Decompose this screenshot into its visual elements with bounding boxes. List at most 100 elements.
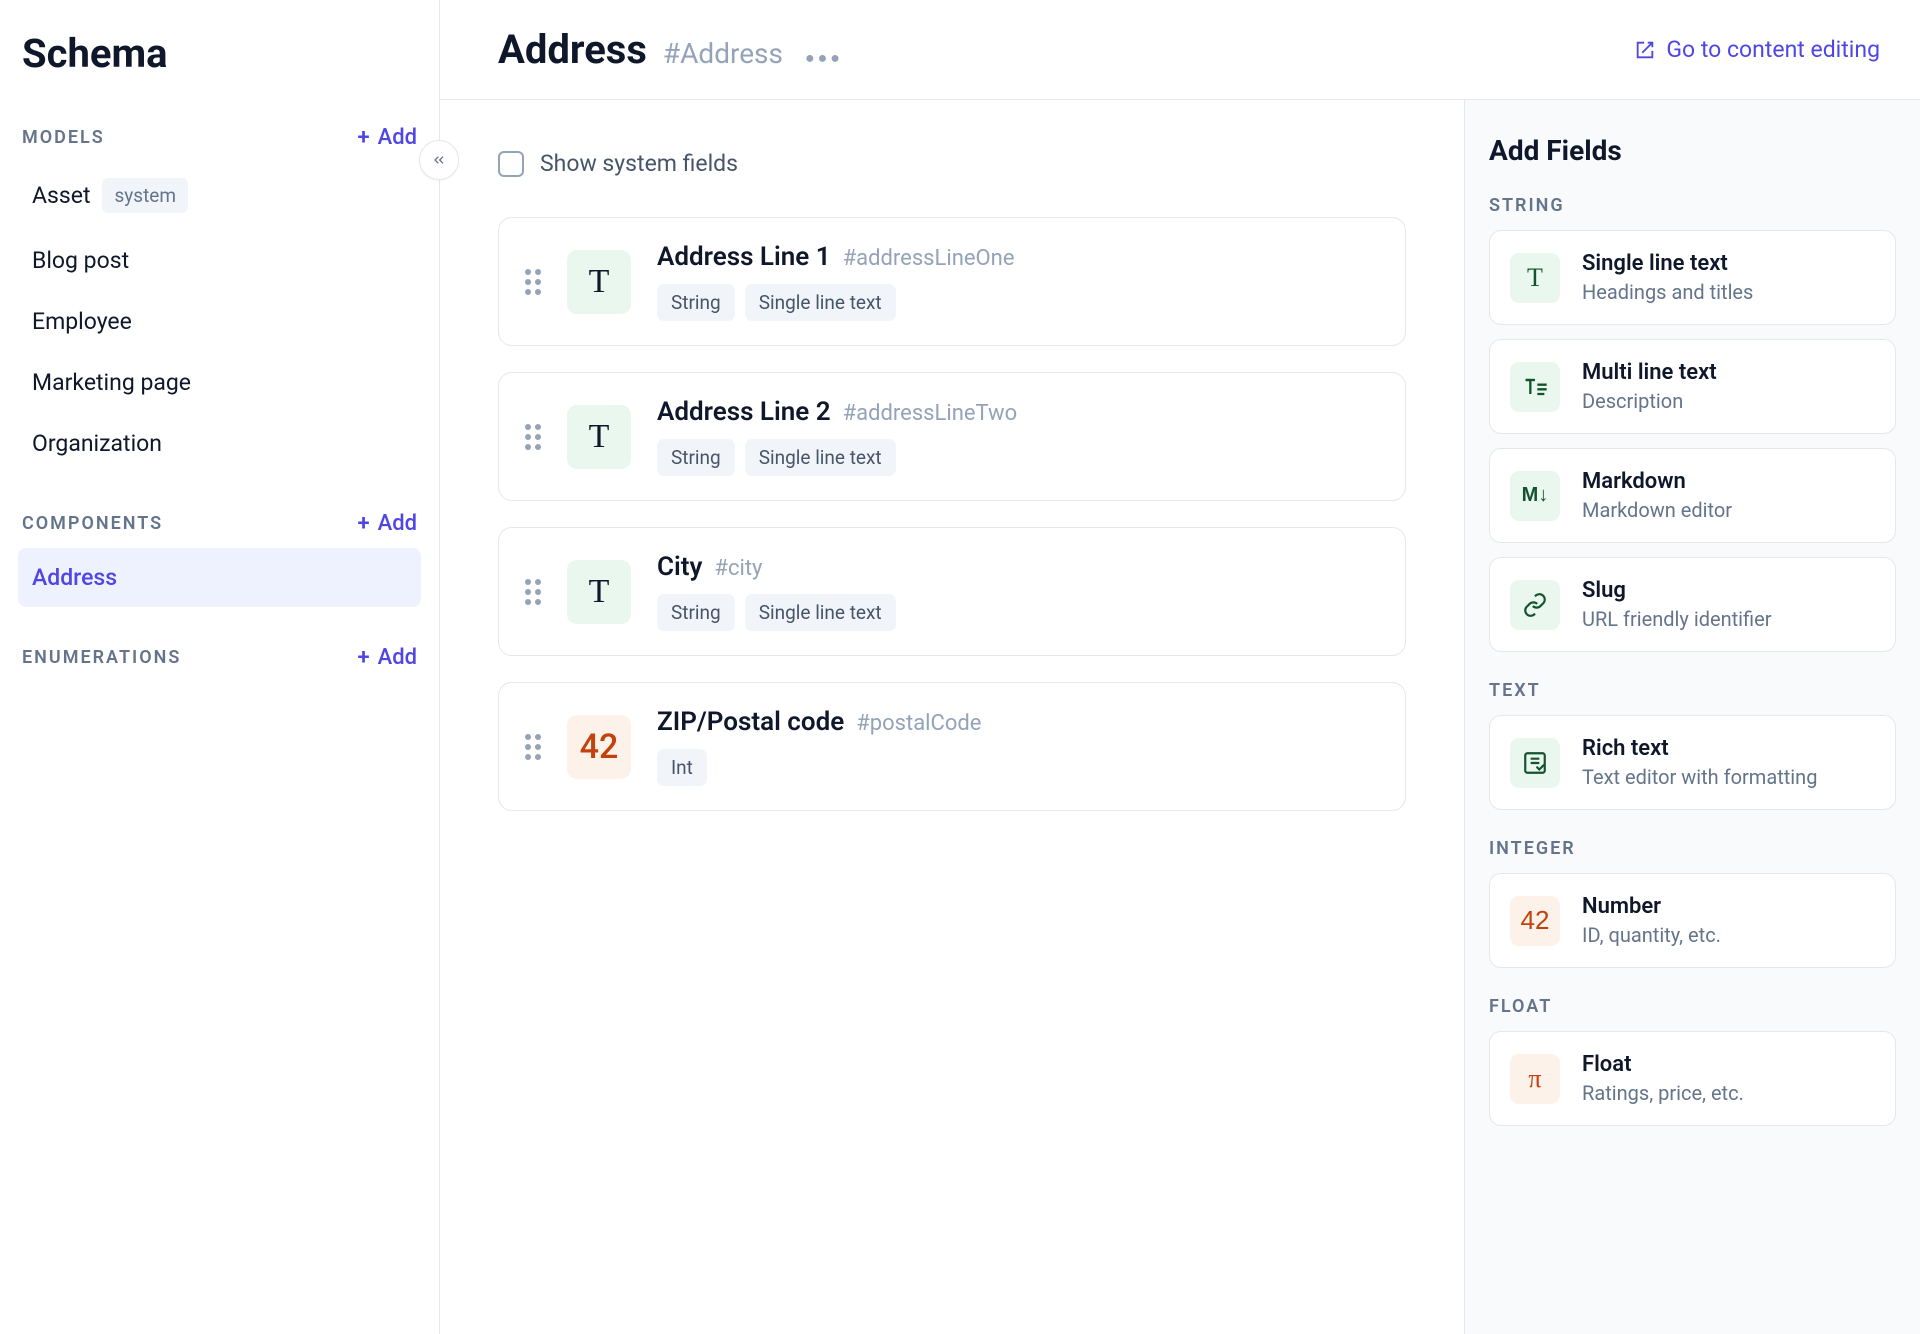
main: Address #Address ●●● Go to content editi…	[440, 0, 1920, 1334]
add-field-desc: ID, quantity, etc.	[1582, 923, 1875, 947]
add-field-slug[interactable]: Slug URL friendly identifier	[1489, 557, 1896, 652]
add-field-name: Single line text	[1582, 251, 1875, 276]
markdown-icon: M↓	[1510, 471, 1560, 521]
add-field-rich-text[interactable]: Rich text Text editor with formatting	[1489, 715, 1896, 810]
sidebar-item-label: Marketing page	[32, 369, 191, 396]
add-enumeration-button[interactable]: + Add	[358, 645, 418, 670]
sidebar-item-label: Address	[32, 564, 117, 591]
main-body: Show system fields T Address Line 1 #add…	[440, 100, 1920, 1334]
add-component-button[interactable]: + Add	[358, 511, 418, 536]
field-tag: String	[657, 594, 735, 631]
sidebar-section-title-enumerations: ENUMERATIONS	[22, 647, 181, 668]
add-field-desc: Headings and titles	[1582, 280, 1875, 304]
drag-handle-icon[interactable]	[525, 579, 541, 605]
field-tag: Single line text	[745, 594, 896, 631]
system-badge: system	[102, 178, 188, 213]
number-icon: 42	[1510, 896, 1560, 946]
model-name: Address	[498, 26, 647, 73]
plus-icon: +	[358, 647, 370, 669]
field-api-id: #postalCode	[856, 711, 981, 736]
rich-text-icon	[1510, 738, 1560, 788]
sidebar-item-label: Asset	[32, 182, 90, 209]
add-field-single-line-text[interactable]: T Single line text Headings and titles	[1489, 230, 1896, 325]
field-tags: String Single line text	[657, 439, 1379, 476]
model-more-button[interactable]: ●●●	[799, 48, 843, 68]
sidebar-section-head-enumerations: ENUMERATIONS + Add	[18, 627, 421, 680]
field-api-id: #addressLineTwo	[843, 401, 1018, 426]
add-field-desc: Ratings, price, etc.	[1582, 1081, 1875, 1105]
goto-label: Go to content editing	[1666, 36, 1880, 63]
sidebar-models-list: Asset system Blog post Employee Marketin…	[18, 162, 421, 473]
add-label: Add	[378, 125, 417, 150]
collapse-sidebar-button[interactable]	[419, 140, 459, 180]
field-card[interactable]: T City #city String Single line text	[498, 527, 1406, 656]
add-field-name: Markdown	[1582, 469, 1875, 494]
field-tag: String	[657, 284, 735, 321]
external-link-icon	[1634, 39, 1656, 61]
sidebar-item-organization[interactable]: Organization	[18, 414, 421, 473]
link-icon	[1510, 580, 1560, 630]
drag-handle-icon[interactable]	[525, 424, 541, 450]
sidebar-item-label: Employee	[32, 308, 132, 335]
sidebar-components-list: Address	[18, 548, 421, 607]
add-fields-title: Add Fields	[1489, 134, 1896, 167]
field-info: Address Line 1 #addressLineOne String Si…	[657, 242, 1379, 321]
multiline-text-icon	[1510, 362, 1560, 412]
add-fields-panel: Add Fields STRING T Single line text Hea…	[1464, 100, 1920, 1334]
group-label-string: STRING	[1489, 195, 1896, 216]
group-label-float: FLOAT	[1489, 996, 1896, 1017]
field-api-id: #city	[714, 556, 762, 581]
field-card[interactable]: 42 ZIP/Postal code #postalCode Int	[498, 682, 1406, 811]
add-field-name: Slug	[1582, 578, 1875, 603]
add-field-name: Rich text	[1582, 736, 1875, 761]
field-info: City #city String Single line text	[657, 552, 1379, 631]
sidebar-item-marketing-page[interactable]: Marketing page	[18, 353, 421, 412]
sidebar-item-address[interactable]: Address	[18, 548, 421, 607]
add-label: Add	[378, 511, 417, 536]
sidebar-item-asset[interactable]: Asset system	[18, 162, 421, 229]
field-name: Address Line 1	[657, 242, 831, 272]
goto-content-editing-link[interactable]: Go to content editing	[1634, 36, 1880, 63]
model-api-id: #Address	[663, 37, 783, 70]
sidebar-title: Schema	[18, 26, 421, 107]
sidebar-section-head-models: MODELS + Add	[18, 107, 421, 160]
add-field-name: Multi line text	[1582, 360, 1875, 385]
sidebar-item-employee[interactable]: Employee	[18, 292, 421, 351]
add-field-float[interactable]: π Float Ratings, price, etc.	[1489, 1031, 1896, 1126]
add-field-markdown[interactable]: M↓ Markdown Markdown editor	[1489, 448, 1896, 543]
field-info: Address Line 2 #addressLineTwo String Si…	[657, 397, 1379, 476]
chevron-double-left-icon	[431, 152, 447, 168]
type-badge-string: T	[567, 405, 631, 469]
field-name: City	[657, 552, 702, 582]
fields-area: Show system fields T Address Line 1 #add…	[440, 100, 1464, 1334]
field-name: ZIP/Postal code	[657, 707, 844, 737]
add-model-button[interactable]: + Add	[358, 125, 418, 150]
type-badge-string: T	[567, 560, 631, 624]
sidebar-section-head-components: COMPONENTS + Add	[18, 493, 421, 546]
plus-icon: +	[358, 513, 370, 535]
field-tags: String Single line text	[657, 594, 1379, 631]
add-field-multi-line-text[interactable]: Multi line text Description	[1489, 339, 1896, 434]
field-card[interactable]: T Address Line 1 #addressLineOne String …	[498, 217, 1406, 346]
add-field-number[interactable]: 42 Number ID, quantity, etc.	[1489, 873, 1896, 968]
group-label-text: TEXT	[1489, 680, 1896, 701]
field-tags: Int	[657, 749, 1379, 786]
sidebar-section-title-components: COMPONENTS	[22, 513, 163, 534]
add-field-desc: Markdown editor	[1582, 498, 1875, 522]
add-field-name: Number	[1582, 894, 1875, 919]
sidebar-item-label: Blog post	[32, 247, 129, 274]
add-field-name: Float	[1582, 1052, 1875, 1077]
show-system-fields-checkbox[interactable]	[498, 151, 524, 177]
sidebar: Schema MODELS + Add Asset system Blog po…	[0, 0, 440, 1334]
field-card[interactable]: T Address Line 2 #addressLineTwo String …	[498, 372, 1406, 501]
sidebar-item-blog-post[interactable]: Blog post	[18, 231, 421, 290]
float-icon: π	[1510, 1054, 1560, 1104]
drag-handle-icon[interactable]	[525, 734, 541, 760]
field-info: ZIP/Postal code #postalCode Int	[657, 707, 1379, 786]
sidebar-item-label: Organization	[32, 430, 162, 457]
plus-icon: +	[358, 127, 370, 149]
text-icon: T	[1510, 253, 1560, 303]
drag-handle-icon[interactable]	[525, 269, 541, 295]
show-system-fields-row: Show system fields	[498, 150, 1406, 177]
group-label-integer: INTEGER	[1489, 838, 1896, 859]
